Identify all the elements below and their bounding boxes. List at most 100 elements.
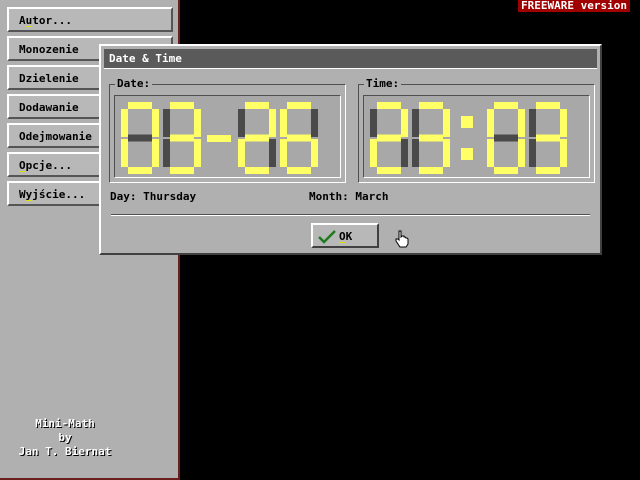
month-label: Month: [309, 190, 349, 203]
lcd-segment-a [128, 102, 152, 109]
menu-label: A [19, 14, 26, 27]
lcd-segment-g [494, 134, 518, 142]
dialog-titlebar[interactable]: Date & Time [104, 49, 597, 69]
lcd-segment-c [560, 139, 567, 167]
lcd-segment-f [280, 109, 287, 137]
lcd-segment-f [121, 109, 128, 137]
menu-autor-button[interactable]: Autor... [7, 7, 173, 32]
separator [111, 214, 590, 216]
lcd-segment-a [287, 102, 311, 109]
lcd-segment-e [370, 139, 377, 167]
lcd-segment-e [529, 139, 536, 167]
lcd-segment-d [377, 167, 401, 174]
lcd-segment-b [194, 109, 201, 137]
date-time-dialog: Date & Time Date: Time: Day: Thursday Mo… [99, 44, 602, 255]
lcd-segment-f [163, 109, 170, 137]
lcd-segment-e [163, 139, 170, 167]
lcd-segment-c [269, 139, 276, 167]
lcd-segment-f [370, 109, 377, 137]
lcd-digit [370, 102, 408, 174]
lcd-segment-e [412, 139, 419, 167]
lcd-digit [163, 102, 201, 174]
menu-label: pcje... [25, 159, 72, 172]
lcd-segment-d [419, 167, 443, 174]
lcd-segment-c [311, 139, 318, 167]
time-display [363, 95, 590, 178]
freeware-badge: FREEWARE version [518, 0, 630, 12]
ok-label-rest: K [345, 230, 353, 243]
lcd-segment-d [494, 167, 518, 174]
lcd-segment-g [536, 134, 560, 142]
lcd-segment-e [121, 139, 128, 167]
lcd-segment-g [170, 134, 194, 142]
lcd-segment-g [128, 134, 152, 142]
credits-author: Jan T. Biernat [18, 445, 112, 458]
lcd-segment-a [419, 102, 443, 109]
lcd-segment-c [401, 139, 408, 167]
lcd-segment-g [419, 134, 443, 142]
date-lcd [121, 102, 318, 174]
menu-label: Monozenie [19, 43, 79, 56]
time-label: Time: [364, 77, 402, 90]
lcd-segment-e [487, 139, 494, 167]
lcd-segment-b [401, 109, 408, 137]
month-info: Month: March [309, 190, 389, 203]
lcd-segment-b [518, 109, 525, 137]
lcd-segment-a [245, 102, 269, 109]
menu-label: Dzielenie [19, 72, 79, 85]
menu-label: Dodawanie [19, 101, 79, 114]
lcd-segment-f [412, 109, 419, 137]
lcd-colon-dot [461, 116, 473, 128]
date-display [114, 95, 341, 178]
credits: Mini-Math by Jan T. Biernat [0, 417, 130, 459]
day-value: Thursday [143, 190, 197, 203]
lcd-segment-c [443, 139, 450, 167]
lcd-segment-f [529, 109, 536, 137]
hand-pointer-icon [395, 230, 409, 248]
lcd-dash [207, 135, 231, 142]
lcd-segment-g [287, 134, 311, 142]
credits-app-name: Mini-Math [35, 417, 95, 430]
lcd-digit [487, 102, 525, 174]
ok-label: OK [339, 230, 352, 243]
lcd-colon-separator [461, 116, 473, 160]
lcd-digit [529, 102, 567, 174]
menu-label: Odejmowanie [19, 130, 92, 143]
lcd-segment-c [518, 139, 525, 167]
lcd-segment-d [287, 167, 311, 174]
lcd-segment-d [245, 167, 269, 174]
lcd-segment-a [377, 102, 401, 109]
lcd-segment-f [487, 109, 494, 137]
ok-button[interactable]: OK [311, 223, 379, 248]
checkmark-icon [318, 230, 336, 244]
menu-label: W [19, 188, 26, 201]
lcd-segment-c [194, 139, 201, 167]
lcd-segment-f [238, 109, 245, 137]
lcd-segment-a [170, 102, 194, 109]
lcd-colon-dot [461, 148, 473, 160]
date-label: Date: [115, 77, 153, 90]
lcd-segment-d [128, 167, 152, 174]
lcd-segment-d [536, 167, 560, 174]
lcd-segment-g [377, 134, 401, 142]
lcd-digit [238, 102, 276, 174]
lcd-segment-b [152, 109, 159, 137]
day-label: Day: [110, 190, 137, 203]
lcd-dash-separator [207, 135, 231, 142]
lcd-digit [121, 102, 159, 174]
lcd-digit [412, 102, 450, 174]
credits-by: by [58, 431, 72, 444]
lcd-segment-b [269, 109, 276, 137]
lcd-digit [280, 102, 318, 174]
menu-label: tor... [32, 14, 72, 27]
lcd-segment-g [245, 134, 269, 142]
lcd-segment-b [311, 109, 318, 137]
lcd-segment-b [560, 109, 567, 137]
lcd-segment-a [536, 102, 560, 109]
lcd-segment-c [152, 139, 159, 167]
lcd-segment-d [170, 167, 194, 174]
hotkey-letter: O [19, 159, 26, 172]
lcd-segment-e [280, 139, 287, 167]
lcd-segment-e [238, 139, 245, 167]
menu-label: jście... [32, 188, 86, 201]
